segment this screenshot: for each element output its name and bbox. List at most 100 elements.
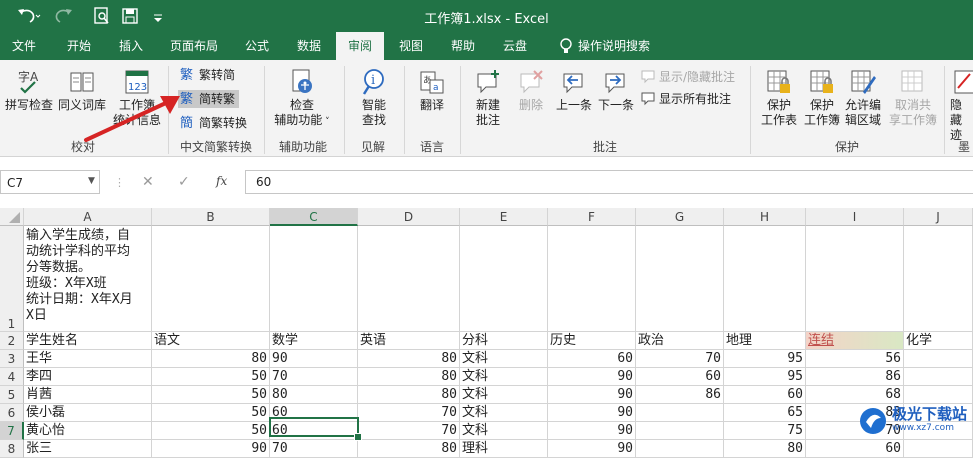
tab-formulas[interactable]: 公式 bbox=[234, 32, 280, 60]
table-cell[interactable] bbox=[270, 226, 358, 332]
table-cell[interactable]: 56 bbox=[806, 350, 904, 368]
table-cell[interactable] bbox=[904, 386, 973, 404]
previous-comment-button[interactable]: 上一条 bbox=[554, 68, 594, 113]
tab-review[interactable]: 审阅 bbox=[336, 32, 384, 60]
row-header[interactable]: 6 bbox=[0, 404, 24, 422]
table-cell[interactable]: 肖茜 bbox=[24, 386, 152, 404]
next-comment-button[interactable]: 下一条 bbox=[596, 68, 636, 113]
tab-page-layout[interactable]: 页面布局 bbox=[162, 32, 226, 60]
column-header-h[interactable]: H bbox=[724, 208, 806, 226]
tab-data[interactable]: 数据 bbox=[286, 32, 332, 60]
table-cell[interactable]: 文科 bbox=[460, 404, 548, 422]
table-cell[interactable]: 90 bbox=[152, 440, 270, 458]
table-cell[interactable]: 70 bbox=[270, 368, 358, 386]
table-cell[interactable] bbox=[636, 226, 724, 332]
table-cell[interactable] bbox=[806, 226, 904, 332]
allow-edit-ranges-button[interactable]: 允许编 辑区域 bbox=[842, 68, 884, 128]
table-cell[interactable]: 90 bbox=[548, 404, 636, 422]
show-hide-comment-button[interactable]: 显示/隐藏批注 bbox=[640, 68, 735, 86]
table-cell[interactable]: 60 bbox=[636, 368, 724, 386]
fill-handle[interactable] bbox=[354, 433, 362, 441]
table-cell[interactable] bbox=[358, 226, 460, 332]
cell-a1-description[interactable]: 输入学生成绩，自 动统计学科的平均 分等数据。 班级：X年X班 统计日期：X年X… bbox=[24, 226, 152, 332]
table-cell[interactable]: 文科 bbox=[460, 386, 548, 404]
table-cell[interactable] bbox=[904, 368, 973, 386]
tab-view[interactable]: 视图 bbox=[388, 32, 434, 60]
table-cell[interactable]: 90 bbox=[548, 386, 636, 404]
table-cell[interactable] bbox=[548, 226, 636, 332]
column-title-cell[interactable]: 英语 bbox=[358, 332, 460, 350]
table-cell[interactable]: 95 bbox=[724, 350, 806, 368]
table-cell[interactable]: 68 bbox=[806, 386, 904, 404]
table-cell[interactable]: 70 bbox=[636, 350, 724, 368]
check-accessibility-button[interactable]: 检查 辅助功能 ˅ bbox=[270, 68, 334, 130]
table-cell[interactable]: 50 bbox=[152, 386, 270, 404]
table-cell[interactable]: 80 bbox=[358, 440, 460, 458]
table-cell[interactable]: 文科 bbox=[460, 350, 548, 368]
table-cell[interactable]: 黄心怡 bbox=[24, 422, 152, 440]
column-header-d[interactable]: D bbox=[358, 208, 460, 226]
show-all-comments-button[interactable]: 显示所有批注 bbox=[640, 90, 731, 108]
table-cell[interactable]: 60 bbox=[806, 440, 904, 458]
table-cell[interactable]: 90 bbox=[548, 368, 636, 386]
table-cell[interactable]: 文科 bbox=[460, 422, 548, 440]
table-cell[interactable]: 70 bbox=[358, 404, 460, 422]
table-cell[interactable]: 80 bbox=[358, 350, 460, 368]
row-header[interactable]: 3 bbox=[0, 350, 24, 368]
table-cell[interactable]: 80 bbox=[270, 386, 358, 404]
table-cell[interactable]: 90 bbox=[270, 350, 358, 368]
row-header[interactable]: 8 bbox=[0, 440, 24, 458]
select-all-corner[interactable] bbox=[0, 208, 24, 226]
name-box[interactable]: C7 bbox=[0, 170, 100, 194]
table-cell[interactable]: 60 bbox=[724, 386, 806, 404]
column-header-g[interactable]: G bbox=[636, 208, 724, 226]
column-title-cell[interactable]: 连结 bbox=[806, 332, 904, 350]
column-title-cell[interactable]: 化学 bbox=[904, 332, 973, 350]
column-title-cell[interactable]: 地理 bbox=[724, 332, 806, 350]
tab-insert[interactable]: 插入 bbox=[108, 32, 154, 60]
table-cell[interactable]: 80 bbox=[724, 440, 806, 458]
table-cell[interactable]: 70 bbox=[270, 440, 358, 458]
column-header-a[interactable]: A bbox=[24, 208, 152, 226]
table-cell[interactable]: 86 bbox=[806, 368, 904, 386]
trad-simp-convert-button[interactable]: 簡简繁转换 bbox=[180, 114, 247, 132]
cancel-icon[interactable]: ✕ bbox=[142, 174, 154, 190]
table-cell[interactable]: 50 bbox=[152, 422, 270, 440]
enter-icon[interactable]: ✓ bbox=[178, 174, 190, 190]
table-cell[interactable]: 95 bbox=[724, 368, 806, 386]
column-title-cell[interactable]: 语文 bbox=[152, 332, 270, 350]
table-cell[interactable] bbox=[904, 440, 973, 458]
table-cell[interactable]: 50 bbox=[152, 404, 270, 422]
column-header-j[interactable]: J bbox=[904, 208, 973, 226]
tab-home[interactable]: 开始 bbox=[56, 32, 102, 60]
name-box-dropdown-icon[interactable]: ▼ bbox=[88, 176, 95, 186]
tell-me-search[interactable]: 操作说明搜索 bbox=[578, 32, 658, 60]
protect-sheet-button[interactable]: 保护 工作表 bbox=[756, 68, 802, 128]
row-header[interactable]: 2 bbox=[0, 332, 24, 350]
column-title-cell[interactable]: 政治 bbox=[636, 332, 724, 350]
smart-lookup-button[interactable]: i 智能 查找 bbox=[350, 68, 398, 128]
trad-to-simp-button[interactable]: 繁繁转简 bbox=[180, 66, 235, 84]
table-cell[interactable]: 王华 bbox=[24, 350, 152, 368]
column-title-cell[interactable]: 历史 bbox=[548, 332, 636, 350]
table-cell[interactable]: 侯小磊 bbox=[24, 404, 152, 422]
row-header[interactable]: 7 bbox=[0, 422, 24, 440]
table-cell[interactable]: 70 bbox=[358, 422, 460, 440]
protect-workbook-button[interactable]: 保护 工作簿 bbox=[802, 68, 842, 128]
table-cell[interactable]: 80 bbox=[358, 386, 460, 404]
formula-input[interactable]: 60 bbox=[245, 170, 973, 194]
spell-check-button[interactable]: 字A 拼写检查 bbox=[4, 68, 54, 113]
delete-comment-button[interactable]: 删除 bbox=[512, 68, 550, 113]
insert-function-icon[interactable]: fx bbox=[216, 174, 227, 188]
table-cell[interactable]: 90 bbox=[548, 440, 636, 458]
table-cell[interactable] bbox=[152, 226, 270, 332]
row-header[interactable]: 4 bbox=[0, 368, 24, 386]
table-cell[interactable]: 李四 bbox=[24, 368, 152, 386]
table-cell[interactable] bbox=[636, 404, 724, 422]
new-comment-button[interactable]: 新建 批注 bbox=[466, 68, 510, 128]
active-cell-c7[interactable] bbox=[269, 417, 359, 437]
tab-cloud[interactable]: 云盘 bbox=[492, 32, 538, 60]
table-cell[interactable]: 理科 bbox=[460, 440, 548, 458]
unshare-workbook-button[interactable]: 取消共 享工作簿 bbox=[886, 68, 940, 128]
table-cell[interactable]: 80 bbox=[152, 350, 270, 368]
